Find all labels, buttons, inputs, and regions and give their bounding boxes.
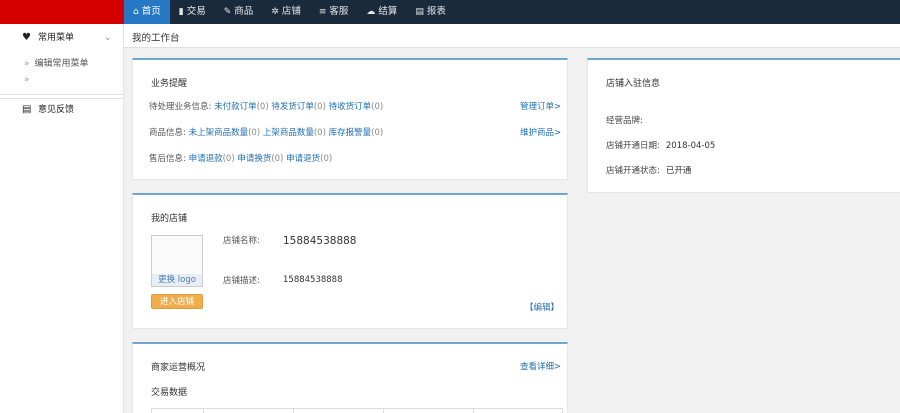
nav-trade[interactable]: ▮ 交易 <box>170 0 215 24</box>
heart-icon: ♥ <box>22 32 31 43</box>
count: (0) <box>248 128 261 138</box>
store-entry-info-card: 店铺入驻信息 经营品牌: 店铺开通日期: 2018-04-05 店铺开通状态: 已开… <box>587 58 900 193</box>
bar-chart-icon: ▮ <box>178 7 184 17</box>
to-ship-orders-link[interactable]: 待发货订单 <box>271 102 314 112</box>
goods-info-row: 商品信息: 未上架商品数量(0) 上架商品数量(0) 库存报警量(0) <box>149 126 383 138</box>
table-column <box>204 409 294 413</box>
sidebar-feedback-label: 意见反馈 <box>38 105 75 115</box>
count: (0) <box>320 154 333 164</box>
sidebar-common-menu-label: 常用菜单 <box>38 33 75 43</box>
nav-label: 店铺 <box>281 6 301 17</box>
open-date-label: 店铺开通日期: <box>606 141 660 151</box>
table-column <box>294 409 384 413</box>
gear-icon: ✲ <box>271 7 279 17</box>
store-name-label: 店铺名称: <box>223 236 260 246</box>
top-navigation: ⌂ 首页 ▮ 交易 ✎ 商品 ✲ 店铺 ≡ 客服 ☁ 结算 ▤ 报表 <box>124 0 900 24</box>
sidebar: ♥ 常用菜单 ⌄ » 编辑常用菜单 » ▤ 意见反馈 <box>0 24 124 413</box>
card-title: 业务提醒 <box>151 79 188 89</box>
open-status-value: 已开通 <box>665 166 692 176</box>
nav-label: 首页 <box>141 6 161 17</box>
nav-label: 客服 <box>329 6 349 17</box>
breadcrumb: 我的工作台 <box>132 33 180 44</box>
table-column <box>384 409 474 413</box>
double-chevron-right-icon: » <box>24 59 30 69</box>
stock-alert-link[interactable]: 库存报警量 <box>329 128 372 138</box>
row-label: 待处理业务信息: <box>149 102 212 112</box>
sidebar-divider <box>0 94 123 95</box>
sidebar-common-menu[interactable]: ♥ 常用菜单 ⌄ <box>0 26 123 50</box>
change-logo-button[interactable]: 更换 logo <box>152 274 202 286</box>
view-details-link[interactable]: 查看详细> <box>520 360 561 372</box>
count: (0) <box>371 102 384 112</box>
maintain-goods-link[interactable]: 维护商品> <box>520 126 561 138</box>
nav-label: 结算 <box>378 6 398 17</box>
unpaid-orders-link[interactable]: 未付款订单 <box>214 102 257 112</box>
nav-home[interactable]: ⌂ 首页 <box>124 0 170 24</box>
nav-goods[interactable]: ✎ 商品 <box>215 0 263 24</box>
open-date-row: 店铺开通日期: 2018-04-05 <box>606 139 715 151</box>
sidebar-item-edit-common-menu[interactable]: » 编辑常用菜单 <box>24 56 89 69</box>
store-desc-value: 15884538888 <box>283 275 343 285</box>
operations-overview-card: 商家运营概况 查看详细> 交易数据 <box>132 342 568 413</box>
store-desc-label: 店铺描述: <box>223 276 260 286</box>
nav-label: 交易 <box>186 6 206 17</box>
to-receive-orders-link[interactable]: 待收货订单 <box>329 102 372 112</box>
nav-label: 商品 <box>234 6 254 17</box>
logo-area <box>0 0 124 24</box>
chevron-down-icon[interactable]: ⌄ <box>104 26 112 50</box>
refund-request-link[interactable]: 申请退款 <box>189 154 223 164</box>
count: (0) <box>256 102 269 112</box>
sidebar-feedback[interactable]: ▤ 意见反馈 <box>0 98 123 122</box>
unlisted-goods-link[interactable]: 未上架商品数量 <box>189 128 249 138</box>
exchange-request-link[interactable]: 申请换货 <box>237 154 271 164</box>
nav-store[interactable]: ✲ 店铺 <box>262 0 310 24</box>
enter-store-button[interactable]: 进入店铺 <box>151 294 203 309</box>
manage-orders-link[interactable]: 管理订单> <box>520 100 561 112</box>
store-logo: 更换 logo <box>151 235 203 287</box>
card-title: 商家运营概况 <box>151 363 206 373</box>
edit-store-link[interactable]: 【编辑】 <box>525 301 559 313</box>
count: (0) <box>222 154 235 164</box>
nav-settlement[interactable]: ☁ 结算 <box>357 0 406 24</box>
business-reminder-card: 业务提醒 待处理业务信息: 未付款订单(0) 待发货订单(0) 待收货订单(0)… <box>132 58 568 180</box>
open-date-value: 2018-04-05 <box>665 141 716 151</box>
sidebar-item-label: 编辑常用菜单 <box>34 59 89 69</box>
sidebar-item-empty[interactable]: » <box>24 75 35 85</box>
trade-data-table <box>151 408 563 413</box>
row-label: 售后信息: <box>149 154 186 164</box>
brand-row: 经营品牌: <box>606 114 649 126</box>
count: (0) <box>371 128 384 138</box>
double-chevron-right-icon: » <box>24 75 30 85</box>
pending-business-row: 待处理业务信息: 未付款订单(0) 待发货订单(0) 待收货订单(0) <box>149 100 383 112</box>
table-column <box>474 409 562 413</box>
listed-goods-link[interactable]: 上架商品数量 <box>263 128 314 138</box>
aftersale-info-row: 售后信息: 申请退款(0) 申请换货(0) 申请退货(0) <box>149 152 332 164</box>
trade-data-heading: 交易数据 <box>151 388 188 398</box>
nav-service[interactable]: ≡ 客服 <box>310 0 358 24</box>
count: (0) <box>313 102 326 112</box>
table-column <box>152 409 204 413</box>
list-icon: ≡ <box>318 7 327 17</box>
breadcrumb-bar: 我的工作台 <box>124 24 900 48</box>
home-icon: ⌂ <box>133 7 139 17</box>
return-request-link[interactable]: 申请退货 <box>286 154 320 164</box>
row-label: 商品信息: <box>149 128 186 138</box>
card-title: 店铺入驻信息 <box>606 79 661 89</box>
open-status-label: 店铺开通状态: <box>606 166 660 176</box>
card-title: 我的店铺 <box>151 214 188 224</box>
nav-label: 报表 <box>426 6 446 17</box>
nav-report[interactable]: ▤ 报表 <box>406 0 455 24</box>
document-icon: ▤ <box>22 104 32 115</box>
store-name-value: 15884538888 <box>283 235 357 247</box>
brand-label: 经营品牌: <box>606 116 643 126</box>
cloud-icon: ☁ <box>366 7 376 17</box>
report-icon: ▤ <box>415 7 424 17</box>
open-status-row: 店铺开通状态: 已开通 <box>606 164 691 176</box>
count: (0) <box>313 128 326 138</box>
edit-icon: ✎ <box>223 7 232 17</box>
my-store-card: 我的店铺 更换 logo 进入店铺 店铺名称: 15884538888 店铺描述… <box>132 193 568 329</box>
count: (0) <box>271 154 284 164</box>
